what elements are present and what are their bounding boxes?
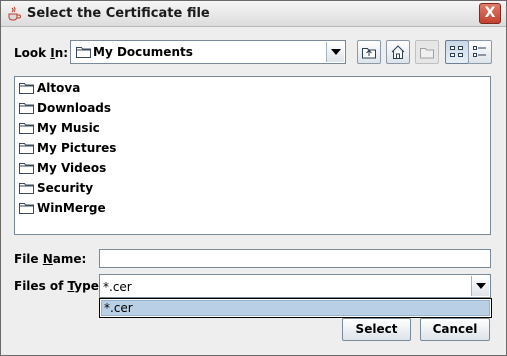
file-list[interactable]: Altova Downloads My Music My Pictures My… [14,76,491,235]
dialog-window: Select the Certificate file X Look In: M… [0,0,507,356]
window-title: Select the Certificate file [27,6,210,21]
list-item-label: My Videos [37,161,107,175]
look-in-label: Look In: [14,46,68,60]
title-bar[interactable]: Select the Certificate file X [1,1,506,27]
chevron-down-icon [476,283,486,289]
new-folder-button[interactable] [415,40,439,64]
folder-icon [19,123,34,134]
list-item-label: Altova [37,81,81,95]
home-button[interactable] [386,40,410,64]
folder-icon [19,83,34,94]
file-type-label: Files of Type: [14,279,104,293]
folder-icon [19,103,34,114]
list-item-label: Security [37,181,94,195]
folder-icon [19,203,34,214]
cancel-button[interactable]: Cancel [420,318,490,341]
select-button[interactable]: Select [342,318,411,341]
new-folder-icon [420,48,434,59]
chevron-down-icon [331,49,341,55]
list-item-label: Downloads [37,101,112,115]
file-type-option[interactable]: *.cer [101,300,490,316]
list-view-button[interactable] [445,40,469,64]
file-type-value: *.cer [103,280,132,294]
java-cup-icon [8,6,21,21]
file-name-label-prefix: File [14,252,43,266]
folder-icon [19,143,34,154]
list-view-icon [450,46,463,57]
look-in-value: My Documents [93,45,193,59]
folder-icon [76,47,91,58]
close-icon: X [484,5,496,21]
file-type-dropdown-list: *.cer [99,298,492,318]
close-button[interactable]: X [479,3,501,24]
file-type-label-prefix: Files of [14,279,68,293]
look-in-combobox[interactable]: My Documents [70,40,346,64]
file-name-label: File Name: [14,252,86,266]
up-folder-icon [362,48,376,59]
folder-icon [19,163,34,174]
file-type-option-label: *.cer [104,301,133,315]
details-view-icon [473,46,486,57]
list-item-label: WinMerge [37,201,106,215]
look-in-dropdown-arrow[interactable] [326,42,344,62]
look-in-label-prefix: Look [14,46,51,60]
file-name-label-suffix: ame: [52,252,87,266]
file-name-input[interactable] [99,249,491,268]
up-one-level-button[interactable] [357,40,381,64]
file-type-combobox[interactable]: *.cer [99,274,491,298]
file-type-dropdown-arrow[interactable] [471,276,489,296]
folder-icon [19,183,34,194]
file-name-label-mnemonic: N [42,252,53,266]
list-item-label: My Pictures [37,141,117,155]
home-icon [391,45,405,59]
details-view-button[interactable] [468,40,492,64]
look-in-label-suffix: n: [54,46,69,60]
list-item-label: My Music [37,121,100,135]
